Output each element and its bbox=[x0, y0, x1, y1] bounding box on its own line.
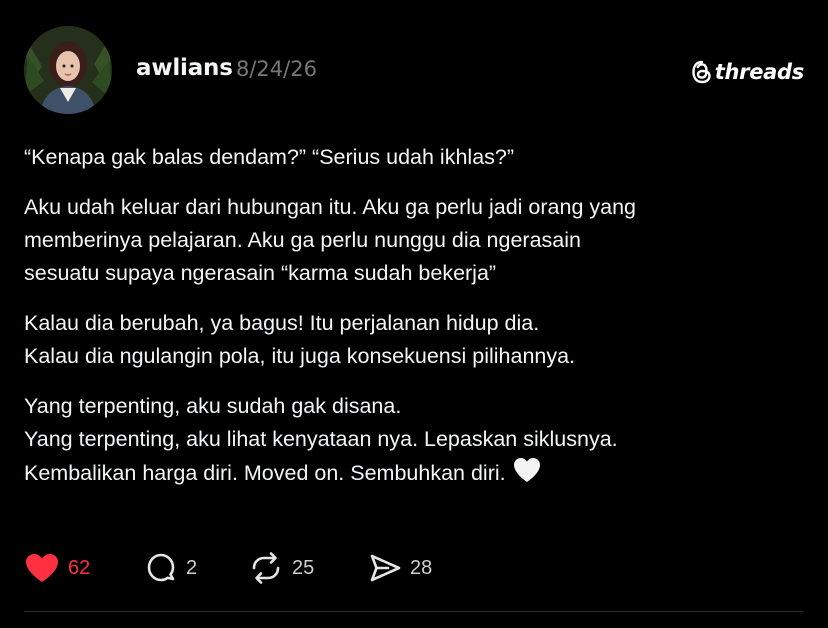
threads-wordmark: threads bbox=[714, 60, 805, 84]
like-button[interactable]: 62 bbox=[24, 551, 90, 585]
threads-icon bbox=[692, 60, 711, 84]
like-count: 62 bbox=[68, 556, 91, 579]
post-date: 8/24/26 bbox=[236, 57, 317, 81]
text-line: sesuatu supaya ngerasain “karma sudah be… bbox=[24, 261, 497, 285]
repost-count: 25 bbox=[292, 556, 315, 579]
text-line: Kalau dia berubah, ya bagus! Itu perjala… bbox=[24, 311, 540, 335]
paragraph: Kalau dia berubah, ya bagus! Itu perjala… bbox=[24, 307, 814, 373]
comment-button[interactable]: 2 bbox=[144, 551, 197, 585]
text-line: Kalau dia ngulangin pola, itu juga konse… bbox=[24, 344, 576, 368]
username[interactable]: awlians bbox=[136, 55, 233, 81]
post-text: “Kenapa gak balas dendam?” “Serius udah … bbox=[24, 141, 814, 511]
threads-logo: threads bbox=[691, 59, 804, 85]
paragraph: Yang terpenting, aku sudah gak disana. Y… bbox=[24, 390, 814, 494]
share-count: 28 bbox=[410, 556, 433, 579]
share-button[interactable]: 28 bbox=[368, 551, 432, 585]
text-line: Yang terpenting, aku lihat kenyataan nya… bbox=[24, 427, 618, 451]
divider bbox=[24, 611, 804, 612]
avatar[interactable] bbox=[24, 26, 112, 114]
paragraph: Aku udah keluar dari hubungan itu. Aku g… bbox=[24, 191, 814, 290]
text-line: “Kenapa gak balas dendam?” “Serius udah … bbox=[24, 145, 515, 169]
paragraph: “Kenapa gak balas dendam?” “Serius udah … bbox=[24, 141, 814, 174]
comment-count: 2 bbox=[186, 556, 198, 579]
text-line: Yang terpenting, aku sudah gak disana. bbox=[24, 394, 402, 418]
post-header: awlians 8/24/26 threads bbox=[24, 26, 804, 116]
text-line-content: Kembalikan harga diri. Moved on. Sembuhk… bbox=[24, 461, 506, 485]
repost-icon bbox=[252, 552, 280, 584]
avatar-image bbox=[24, 26, 112, 114]
action-bar: 62 2 25 28 bbox=[24, 551, 524, 585]
text-line: Aku udah keluar dari hubungan itu. Aku g… bbox=[24, 195, 636, 219]
repost-button[interactable]: 25 bbox=[248, 551, 314, 585]
send-icon bbox=[370, 554, 401, 582]
comment-icon bbox=[147, 553, 175, 582]
heart-filled-icon bbox=[26, 554, 58, 582]
text-line: memberinya pelajaran. Aku ga perlu nungg… bbox=[24, 228, 581, 252]
white-heart-icon bbox=[512, 456, 542, 494]
text-line-last: Kembalikan harga diri. Moved on. Sembuhk… bbox=[24, 456, 814, 494]
